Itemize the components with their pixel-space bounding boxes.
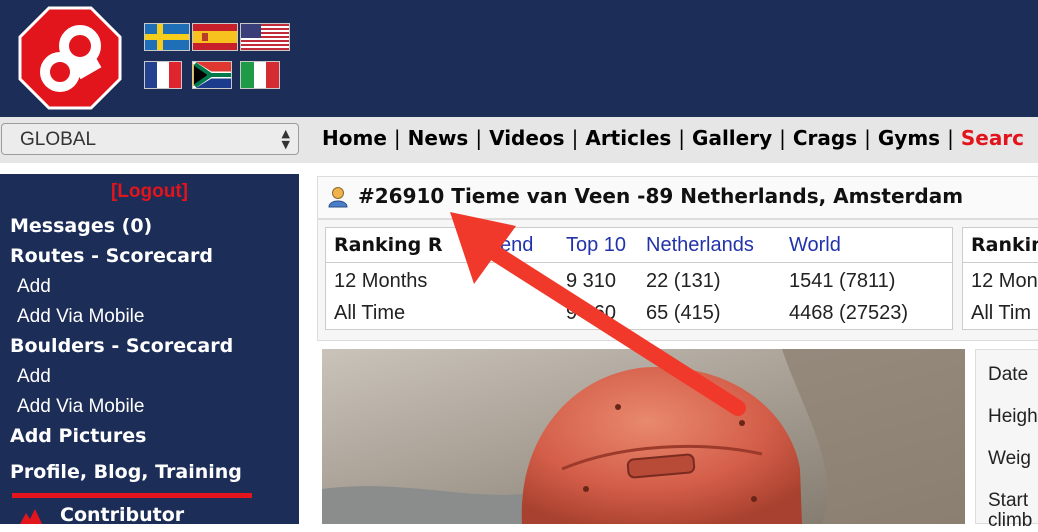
table-divider <box>963 262 1038 263</box>
nav-gallery[interactable]: Gallery <box>692 126 772 150</box>
sidebar-item-routes-add-mobile[interactable]: Add Via Mobile <box>17 306 144 328</box>
nav-separator: | <box>678 126 686 150</box>
contributor-icon <box>20 509 42 524</box>
sidebar-item-routes-scorecard[interactable]: Routes - Scorecard <box>10 245 213 267</box>
ranking-row-label: 12 Months <box>334 270 428 292</box>
sidebar-item-routes-add[interactable]: Add <box>17 276 51 298</box>
info-climbing: climb <box>988 510 1033 531</box>
italy-flag-icon[interactable] <box>241 62 279 88</box>
ranking-cell-world: 1541 (7811) <box>789 270 896 292</box>
info-weight: Weig <box>988 448 1031 469</box>
region-select-value: GLOBAL <box>20 129 97 150</box>
sidebar-item-boulders-scorecard[interactable]: Boulders - Scorecard <box>10 335 233 357</box>
france-flag-icon[interactable] <box>145 62 181 88</box>
nav-separator: | <box>779 126 786 150</box>
nav-crags[interactable]: Crags <box>793 126 857 150</box>
ranking-col-country[interactable]: Netherlands <box>646 234 754 257</box>
main-nav: Home | News | Videos | Articles | Gallery | Crags |… <box>322 126 1024 150</box>
nav-separator: | <box>393 126 401 150</box>
nav-videos[interactable]: Videos <box>489 126 565 150</box>
ranking-col-top10[interactable]: Top 10 <box>566 234 626 257</box>
ranking2-title: Rankin <box>971 234 1038 256</box>
ranking-cell-top10: 9 310 <box>566 270 617 292</box>
nav-separator: | <box>475 126 483 150</box>
info-started: Start <box>988 490 1029 511</box>
sidebar-item-boulders-add-mobile[interactable]: Add Via Mobile <box>17 396 144 418</box>
profile-title: #26910 Tieme van Veen -89 Netherlands, A… <box>358 184 964 208</box>
spain-flag-icon[interactable] <box>193 24 237 50</box>
nav-separator: | <box>864 126 871 150</box>
ranking-col-friend[interactable]: end <box>500 234 533 257</box>
info-date: Date <box>988 364 1029 385</box>
region-select[interactable]: GLOBAL ▲ ▼ <box>1 123 299 155</box>
site-header <box>0 0 1038 117</box>
select-arrows-icon: ▲ ▼ <box>281 127 290 151</box>
nav-news[interactable]: News <box>408 126 469 150</box>
ranking-col-world[interactable]: World <box>789 234 841 257</box>
south-africa-flag-icon[interactable] <box>193 62 231 88</box>
sidebar-item-contributor[interactable]: Contributor <box>60 504 184 526</box>
8a-logo-icon[interactable] <box>18 6 122 110</box>
nav-gyms[interactable]: Gyms <box>878 126 940 150</box>
info-height: Heigh <box>988 406 1038 427</box>
sidebar-item-messages[interactable]: Messages (0) <box>10 215 152 237</box>
nav-home[interactable]: Home <box>322 126 387 150</box>
nav-articles[interactable]: Articles <box>585 126 671 150</box>
usa-flag-icon[interactable] <box>241 24 289 50</box>
user-icon <box>328 187 348 208</box>
ranking2-row-label: 12 Mon <box>971 270 1038 292</box>
ranking-row-label: All Time <box>334 302 406 324</box>
logout-link[interactable]: [Logout] <box>0 181 299 203</box>
ranking-cell-world: 4468 (27523) <box>789 302 908 324</box>
sidebar-item-boulders-add[interactable]: Add <box>17 366 51 388</box>
nav-search[interactable]: Searc <box>961 126 1024 150</box>
sidebar-item-profile[interactable]: Profile, Blog, Training <box>10 461 242 483</box>
sidebar-item-add-pictures[interactable]: Add Pictures <box>10 425 146 447</box>
table-divider <box>326 262 952 263</box>
ranking-title: Ranking R <box>334 234 443 256</box>
nav-separator: | <box>947 126 954 150</box>
nav-separator: | <box>571 126 579 150</box>
sweden-flag-icon[interactable] <box>145 24 189 50</box>
active-underline <box>12 493 252 498</box>
ranking-cell-country: 65 (415) <box>646 302 721 324</box>
ranking-cell-top10: 9 160 <box>566 302 617 324</box>
ranking2-row-label: All Tim <box>971 302 1031 324</box>
ranking-cell-country: 22 (131) <box>646 270 721 292</box>
profile-photo[interactable] <box>322 349 965 524</box>
